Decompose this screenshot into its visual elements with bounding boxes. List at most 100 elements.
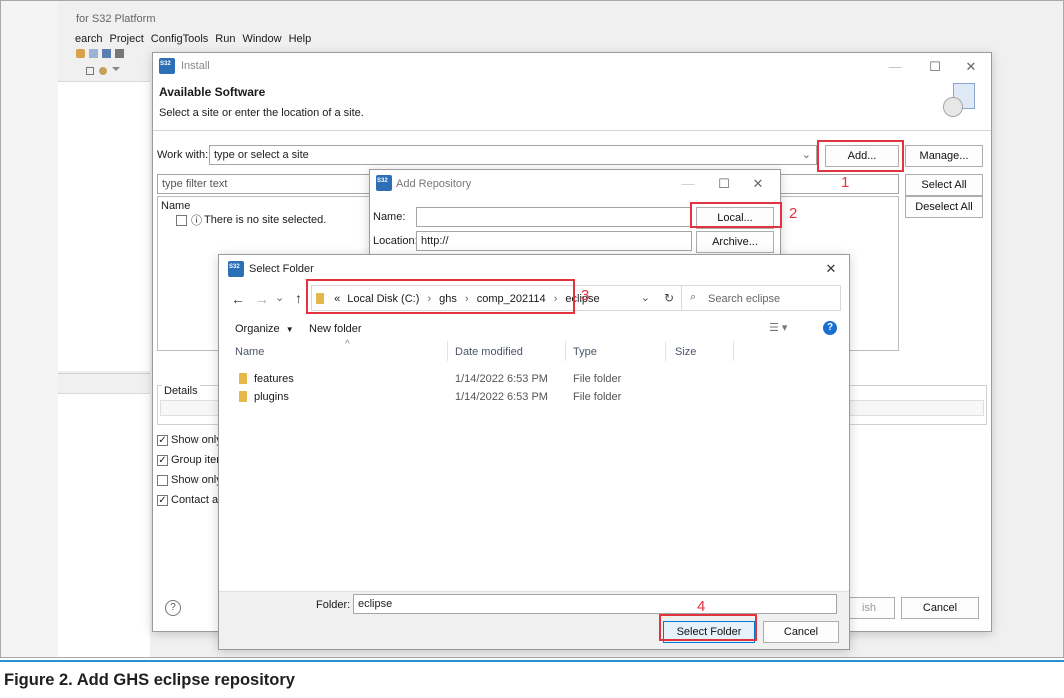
- column-type[interactable]: Type: [573, 346, 597, 358]
- folder-icon: [239, 373, 247, 384]
- figure-caption: Figure 2. Add GHS eclipse repository: [4, 671, 295, 689]
- file-date: 1/14/2022 6:53 PM: [455, 373, 548, 385]
- view-options-icon[interactable]: ☰ ▾: [769, 321, 787, 334]
- ide-view-toolbar: [86, 67, 126, 77]
- sort-indicator-icon: ^: [345, 339, 350, 350]
- annotation-number-1: 1: [841, 174, 850, 191]
- tree-name-header: Name: [161, 200, 191, 212]
- annotation-box-add: [817, 140, 904, 172]
- folder-cancel-button[interactable]: Cancel: [763, 621, 839, 643]
- select-folder-title: Select Folder: [249, 263, 314, 275]
- file-type: File folder: [573, 373, 622, 385]
- recent-locations-icon[interactable]: ⌄: [275, 291, 284, 304]
- select-all-button[interactable]: Select All: [905, 174, 983, 196]
- organize-menu[interactable]: Organize: [235, 323, 280, 335]
- column-name[interactable]: Name: [235, 346, 264, 358]
- install-header: Available Software Select a site or ente…: [153, 81, 991, 131]
- work-with-label: Work with:: [157, 149, 209, 161]
- folder-input[interactable]: eclipse: [353, 594, 837, 614]
- file-name: features: [254, 373, 294, 385]
- menu-run[interactable]: Run: [215, 33, 235, 47]
- search-placeholder: Search eclipse: [708, 293, 781, 305]
- maximize-button[interactable]: ☐: [710, 173, 738, 195]
- ide-lower-left-bar: [58, 373, 150, 393]
- menu-window[interactable]: Window: [242, 33, 281, 47]
- menu-help[interactable]: Help: [289, 33, 312, 47]
- option-checkbox-2[interactable]: [157, 475, 168, 486]
- option-checkbox-0[interactable]: ✓: [157, 435, 168, 446]
- back-arrow-icon[interactable]: ←: [231, 291, 245, 307]
- annotation-box-local: [690, 202, 782, 228]
- install-wizard-icon: [943, 83, 977, 117]
- refresh-icon[interactable]: ↻: [664, 291, 674, 305]
- toolbar-icon[interactable]: [76, 49, 85, 58]
- close-button[interactable]: ✕: [817, 258, 845, 280]
- file-date: 1/14/2022 6:53 PM: [455, 391, 548, 403]
- annotation-box-path: [306, 279, 575, 314]
- name-label: Name:: [373, 211, 406, 223]
- menu-project[interactable]: Project: [110, 33, 144, 47]
- link-icon[interactable]: [99, 67, 107, 75]
- column-size[interactable]: Size: [675, 346, 696, 358]
- maximize-button[interactable]: ☐: [921, 56, 949, 78]
- tree-checkbox[interactable]: [176, 215, 187, 226]
- option-checkbox-3[interactable]: ✓: [157, 495, 168, 506]
- install-titlebar: Install — ☐ ✕: [153, 53, 991, 81]
- help-icon[interactable]: ?: [823, 321, 837, 335]
- s32-app-icon: [376, 175, 392, 191]
- close-button[interactable]: ✕: [744, 173, 772, 195]
- up-arrow-icon[interactable]: ↑: [295, 290, 302, 306]
- toolbar-icon[interactable]: [115, 49, 124, 58]
- info-icon: ⓘ: [191, 215, 202, 227]
- filter-placeholder: type filter text: [162, 178, 228, 190]
- menu-configtools[interactable]: ConfigTools: [151, 33, 208, 47]
- minimize-button[interactable]: —: [881, 56, 909, 78]
- menu-search[interactable]: earch: [75, 33, 103, 47]
- archive-button[interactable]: Archive...: [696, 231, 774, 253]
- collapse-icon[interactable]: [86, 67, 94, 75]
- work-with-value: type or select a site: [214, 149, 309, 161]
- close-button[interactable]: ✕: [957, 56, 985, 78]
- install-cancel-button[interactable]: Cancel: [901, 597, 979, 619]
- column-date-modified[interactable]: Date modified: [455, 346, 523, 358]
- forward-arrow-icon[interactable]: →: [255, 291, 269, 307]
- details-label: Details: [162, 385, 200, 397]
- figure-caption-area: Figure 2. Add GHS eclipse repository: [0, 660, 1064, 698]
- folder-label: Folder:: [316, 599, 351, 611]
- annotation-number-3: 3: [581, 287, 590, 304]
- address-dropdown-icon[interactable]: ⌄: [641, 291, 650, 304]
- name-input[interactable]: [416, 207, 692, 227]
- manage-button[interactable]: Manage...: [905, 145, 983, 167]
- filter-icon[interactable]: [112, 67, 120, 75]
- file-name: plugins: [254, 391, 289, 403]
- file-row[interactable]: plugins 1/14/2022 6:53 PM File folder: [219, 389, 849, 407]
- work-with-combo[interactable]: type or select a site ⌄: [209, 145, 817, 165]
- organize-dropdown-icon: ▼: [285, 325, 294, 334]
- ide-lower-left-panel: [58, 393, 150, 657]
- column-divider: [733, 341, 734, 361]
- help-icon[interactable]: ?: [165, 600, 181, 616]
- toolbar-icon[interactable]: [89, 49, 98, 58]
- toolbar-icon[interactable]: [102, 49, 111, 58]
- location-input[interactable]: http://: [416, 231, 692, 251]
- ide-toolbar: [76, 49, 146, 59]
- s32-app-icon: [228, 261, 244, 277]
- minimize-button[interactable]: —: [674, 173, 702, 195]
- install-subheading: Select a site or enter the location of a…: [159, 107, 364, 119]
- search-icon: ⌕: [690, 291, 697, 303]
- search-box[interactable]: ⌕ Search eclipse: [681, 285, 841, 311]
- install-title: Install: [181, 60, 210, 72]
- file-row[interactable]: features 1/14/2022 6:53 PM File folder: [219, 371, 849, 389]
- column-divider: [565, 341, 566, 361]
- chevron-down-icon: ⌄: [801, 149, 811, 161]
- new-folder-button[interactable]: New folder: [309, 323, 362, 335]
- annotation-number-4: 4: [697, 598, 706, 615]
- option-checkbox-1[interactable]: ✓: [157, 455, 168, 466]
- deselect-all-button[interactable]: Deselect All: [905, 196, 983, 218]
- file-type: File folder: [573, 391, 622, 403]
- ide-title: for S32 Platform: [76, 13, 156, 25]
- add-repository-title: Add Repository: [396, 178, 472, 190]
- column-divider: [447, 341, 448, 361]
- folder-icon: [239, 391, 247, 402]
- add-repository-titlebar: Add Repository — ☐ ✕: [370, 170, 780, 198]
